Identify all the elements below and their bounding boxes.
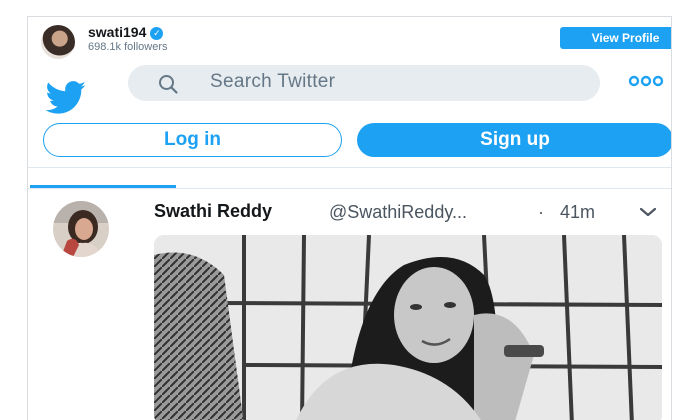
tweet-timestamp[interactable]: 41m [560,202,595,223]
tweet-author-avatar[interactable] [53,201,109,257]
search-icon [159,75,178,94]
log-in-button[interactable]: Log in [43,123,342,157]
tweet-avatar-photo [53,201,109,257]
tweet-author-handle[interactable]: @SwathiReddy... [329,202,467,223]
more-dots-icon[interactable] [628,75,664,87]
tweet-photo[interactable] [154,235,662,420]
section-divider [28,167,671,168]
verified-badge-icon: ✓ [150,27,164,40]
search-input[interactable]: Search Twitter [128,65,600,101]
embedded-timeline-card: swati194 ✓ 698.1k followers View Profile … [27,16,672,420]
profile-header: swati194 ✓ 698.1k followers View Profile [28,17,671,61]
page: swati194 ✓ 698.1k followers View Profile … [0,0,700,420]
tab-bar-line [28,188,671,189]
tweet-author-name[interactable]: Swathi Reddy [154,201,272,222]
chevron-down-icon[interactable] [638,205,658,219]
search-placeholder: Search Twitter [210,71,336,92]
tweet-separator: · [538,202,544,222]
sign-up-button[interactable]: Sign up [357,123,671,157]
tweet-photo-image [154,235,662,420]
active-tab-indicator[interactable] [30,185,176,188]
view-profile-button[interactable]: View Profile [560,27,671,49]
profile-username-text[interactable]: swati194 [88,24,146,40]
twitter-bird-icon[interactable] [44,81,88,115]
profile-avatar[interactable] [41,25,75,59]
profile-followers: 698.1k followers [88,41,168,53]
profile-username[interactable]: swati194 ✓ [88,24,164,40]
